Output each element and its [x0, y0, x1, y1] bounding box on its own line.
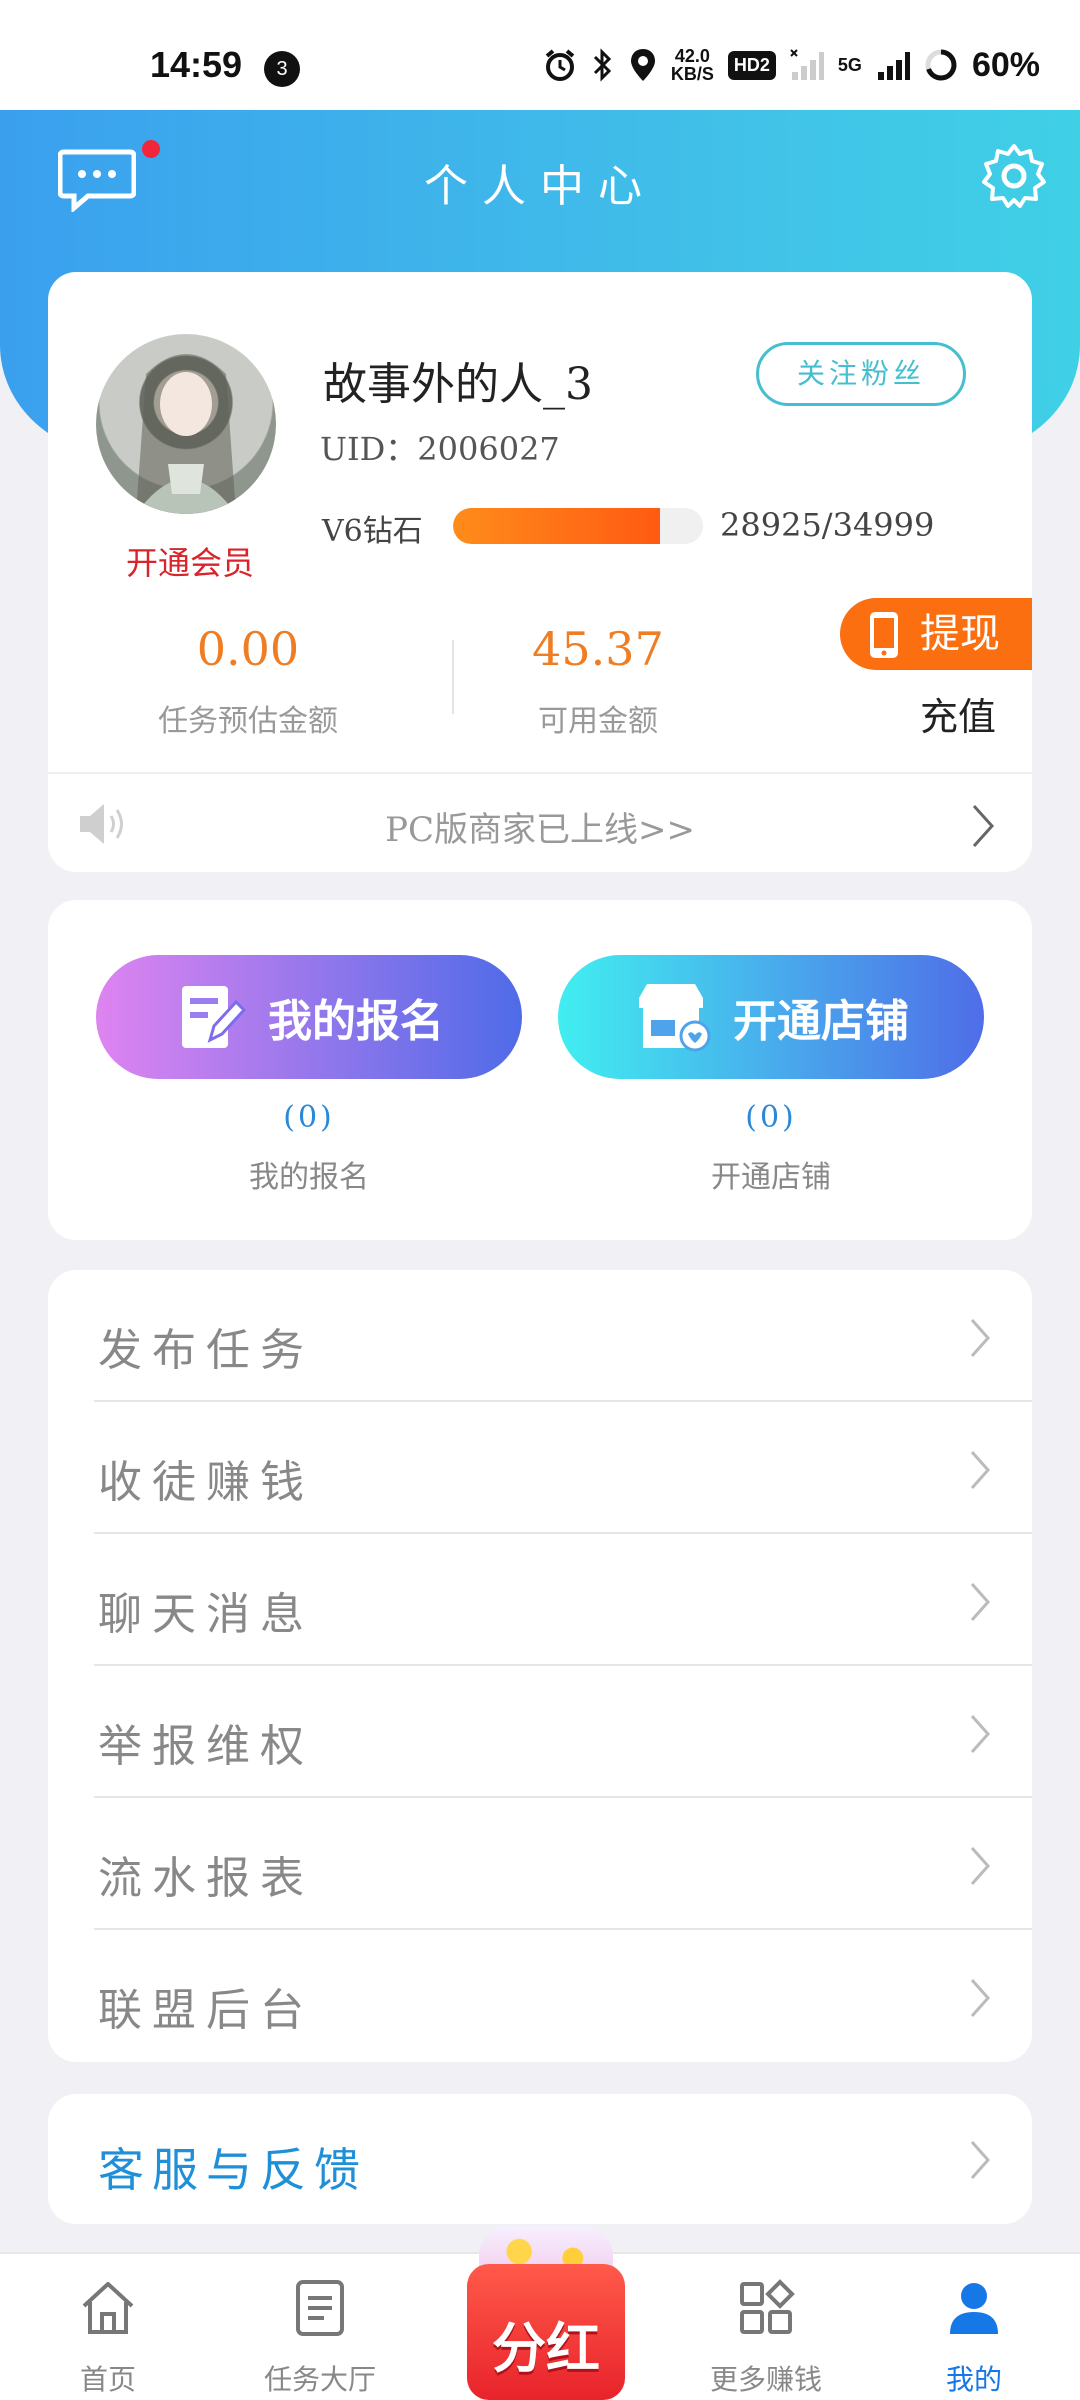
- document-icon: [296, 2280, 344, 2336]
- wallet-divider: [452, 640, 454, 714]
- tab-home-label: 首页: [79, 2363, 136, 2396]
- bonus-dividend-button[interactable]: 分红: [455, 2208, 637, 2400]
- shop-count-label: 开通店铺: [711, 1160, 831, 1195]
- user-id: UID：2006027: [320, 430, 560, 468]
- withdraw-label: 提现: [920, 611, 1000, 657]
- my-signup-button[interactable]: 我的报名: [96, 955, 522, 1079]
- open-vip-link[interactable]: 开通会员: [110, 538, 270, 584]
- chevron-right-icon: [970, 1979, 991, 2017]
- status-bar: 14:59 3 42.0 KB/S HD2 5G 60%: [0, 0, 1080, 110]
- signal-empty-icon: [790, 49, 824, 80]
- menu-item-label: 收徒赚钱: [98, 1457, 314, 1508]
- menu-item-label: 发布任务: [98, 1325, 314, 1376]
- menu-item-label: 流水报表: [98, 1853, 314, 1904]
- my-signup-button-label: 我的报名: [268, 996, 444, 1047]
- signup-count-label: 我的报名: [249, 1160, 369, 1195]
- notification-count-badge: 3: [264, 51, 300, 87]
- withdraw-button[interactable]: 提现: [840, 598, 1032, 670]
- battery-ring-icon: [925, 49, 957, 81]
- menu-item-recruit-earn[interactable]: 收徒赚钱: [48, 1402, 1032, 1534]
- menu-item-alliance-backend[interactable]: 联盟后台: [48, 1930, 1032, 2062]
- location-icon: [630, 49, 655, 81]
- nickname: 故事外的人_3: [323, 359, 593, 410]
- estimated-amount: 0.00: [196, 622, 300, 676]
- open-shop-button[interactable]: 开通店铺: [558, 955, 984, 1079]
- chevron-right-icon: [970, 1583, 991, 1621]
- signal-5g-label: 5G: [837, 54, 862, 75]
- phone-icon: [870, 612, 898, 658]
- menu-item-label: 聊天消息: [98, 1589, 314, 1640]
- chevron-right-icon: [970, 1715, 991, 1753]
- chevron-right-icon[interactable]: [968, 802, 998, 850]
- chevron-right-icon: [970, 1319, 991, 1357]
- shop-count: (0): [745, 1100, 797, 1135]
- profile-card: 开通会员 故事外的人_3 UID：2006027 关注粉丝 V6钻石 28925…: [48, 272, 1032, 872]
- level-progress-fill: [453, 508, 660, 544]
- open-shop-button-label: 开通店铺: [733, 996, 909, 1047]
- recharge-link[interactable]: 充值: [920, 686, 996, 741]
- menu-item-publish-task[interactable]: 发布任务: [48, 1270, 1032, 1402]
- avatar[interactable]: [96, 334, 276, 514]
- profile-divider: [48, 772, 1032, 774]
- shop-icon: [639, 984, 711, 1052]
- grid-apps-icon: [740, 2279, 795, 2334]
- available-amount-label: 可用金额: [538, 704, 658, 739]
- level-progress-bar: [453, 508, 703, 544]
- net-speed-unit: KB/S: [670, 64, 714, 84]
- tab-mine-label: 我的: [945, 2363, 1002, 2396]
- tab-home[interactable]: 首页: [18, 2278, 198, 2398]
- alarm-icon: [545, 49, 575, 81]
- tab-mine[interactable]: 我的: [884, 2278, 1064, 2398]
- customer-service-feedback[interactable]: 客服与反馈: [48, 2094, 1032, 2224]
- menu-item-transaction-report[interactable]: 流水报表: [48, 1798, 1032, 1930]
- signup-form-icon: [182, 986, 247, 1048]
- net-speed: 42.0 KB/S: [671, 47, 714, 83]
- signup-count: (0): [283, 1100, 335, 1135]
- available-amount: 45.37: [532, 622, 664, 676]
- menu-item-chat-messages[interactable]: 聊天消息: [48, 1534, 1032, 1666]
- signal-icon: [877, 52, 910, 80]
- tab-task-hall-label: 任务大厅: [263, 2363, 376, 2396]
- gear-icon[interactable]: [980, 142, 1048, 210]
- tab-more-earnings-label: 更多赚钱: [709, 2363, 822, 2396]
- menu-item-label: 举报维权: [98, 1721, 314, 1772]
- bluetooth-icon: [593, 48, 612, 82]
- level-progress-text: 28925/34999: [720, 506, 935, 544]
- user-icon: [950, 2283, 998, 2334]
- tab-more-earnings[interactable]: 更多赚钱: [676, 2278, 856, 2398]
- status-time: 14:59: [150, 44, 243, 85]
- feedback-label: 客服与反馈: [98, 2143, 368, 2197]
- net-speed-value: 42.0: [674, 46, 710, 66]
- status-icons: 42.0 KB/S HD2 5G 60%: [543, 40, 1040, 90]
- avatar-illustration: [136, 354, 236, 514]
- service-card: 我的报名 (0) 我的报名 开通店铺 (0) 开通店铺: [48, 900, 1032, 1240]
- menu-item-label: 联盟后台: [98, 1985, 314, 2036]
- menu-item-report-rights[interactable]: 举报维权: [48, 1666, 1032, 1798]
- battery-percentage: 60%: [971, 45, 1040, 84]
- bonus-label: 分红: [492, 2317, 600, 2380]
- home-icon: [82, 2282, 134, 2334]
- chevron-right-icon: [970, 1451, 991, 1489]
- chevron-right-icon: [970, 1847, 991, 1885]
- hd-badge: HD2: [727, 50, 776, 80]
- notice-banner-text[interactable]: PC版商家已上线>>: [48, 802, 1032, 851]
- chevron-right-icon: [970, 2141, 991, 2179]
- level-label: V6钻石: [322, 514, 423, 549]
- menu-list: 发布任务 收徒赚钱 聊天消息 举报维权 流水报表 联盟后台: [48, 1270, 1032, 2062]
- page-title: 个人中心: [424, 161, 656, 212]
- followers-button[interactable]: 关注粉丝: [756, 342, 966, 406]
- estimated-amount-label: 任务预估金额: [158, 704, 338, 739]
- tab-task-hall[interactable]: 任务大厅: [230, 2278, 410, 2398]
